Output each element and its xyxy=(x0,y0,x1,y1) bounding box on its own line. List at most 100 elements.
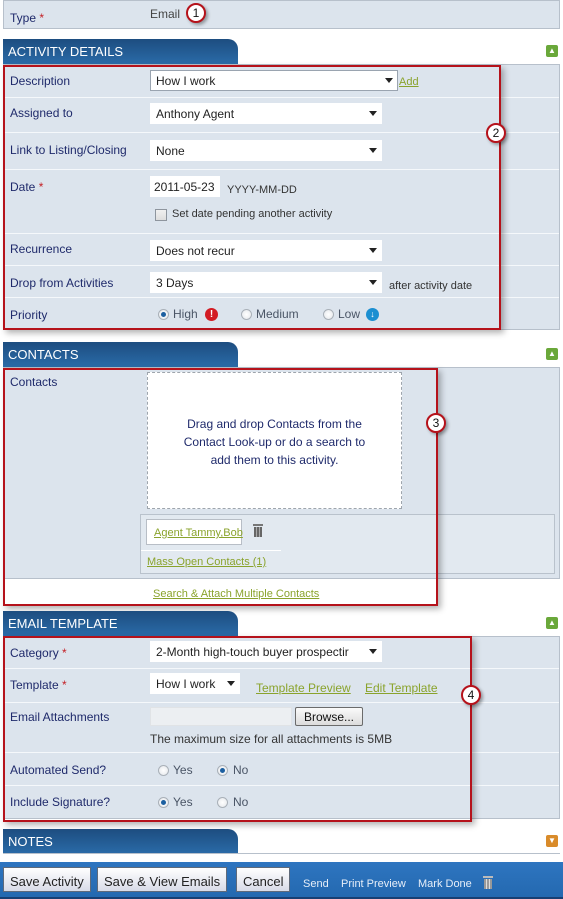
dropdown-arrow-icon xyxy=(369,148,377,153)
chevron-up-icon[interactable]: ▲ xyxy=(546,348,558,360)
include-signature-row: Include Signature? Yes No xyxy=(4,786,559,819)
browse-button[interactable]: Browse... xyxy=(295,707,364,726)
divider xyxy=(3,853,560,854)
drop-from-activities-select[interactable]: 3 Days xyxy=(150,272,382,293)
priority-high-label[interactable]: High xyxy=(173,307,198,321)
arrow-down-icon: ↓ xyxy=(366,308,379,321)
type-value: Email xyxy=(150,7,181,21)
dropdown-arrow-icon xyxy=(227,681,235,686)
send-link[interactable]: Send xyxy=(303,878,329,890)
include-signature-yes-radio[interactable] xyxy=(158,797,169,808)
mark-done-link[interactable]: Mark Done xyxy=(418,878,472,890)
edit-template-link[interactable]: Edit Template xyxy=(365,681,438,695)
dropdown-arrow-icon xyxy=(369,649,377,654)
contact-chip: Agent Tammy,Bob xyxy=(146,519,243,545)
assigned-to-label: Assigned to xyxy=(10,106,73,120)
notes-header[interactable]: NOTES xyxy=(3,829,238,854)
contacts-header[interactable]: CONTACTS xyxy=(3,342,238,367)
callout-1: 1 xyxy=(186,3,206,23)
assigned-to-select[interactable]: Anthony Agent xyxy=(150,103,382,124)
description-select[interactable]: How I work xyxy=(150,70,398,91)
pending-checkbox-label[interactable]: Set date pending another activity xyxy=(172,208,332,220)
description-label: Description xyxy=(10,74,71,88)
automated-send-label: Automated Send? xyxy=(10,763,107,777)
drop-from-activities-label: Drop from Activities xyxy=(10,276,114,290)
save-view-emails-button[interactable]: Save & View Emails xyxy=(97,867,228,892)
priority-low-label[interactable]: Low xyxy=(338,307,360,321)
activity-details-header[interactable]: ACTIVITY DETAILS xyxy=(3,39,238,64)
include-signature-no-label[interactable]: No xyxy=(233,795,248,809)
category-select[interactable]: 2-Month high-touch buyer prospectir xyxy=(150,641,382,662)
link-to-listing-label: Link to Listing/Closing xyxy=(10,143,127,157)
assigned-to-row: Assigned to Anthony Agent xyxy=(4,98,559,133)
save-activity-button[interactable]: Save Activity xyxy=(3,867,91,892)
dropdown-arrow-icon xyxy=(369,280,377,285)
include-signature-no-radio[interactable] xyxy=(217,797,228,808)
priority-row: Priority High ! Medium Low ↓ xyxy=(4,298,559,330)
priority-low-radio[interactable] xyxy=(323,309,334,320)
contacts-label: Contacts xyxy=(10,375,58,389)
priority-high-radio[interactable] xyxy=(158,309,169,320)
callout-2: 2 xyxy=(486,123,506,143)
attachment-file-input[interactable] xyxy=(150,707,292,726)
dropdown-arrow-icon xyxy=(369,111,377,116)
include-signature-yes-label[interactable]: Yes xyxy=(173,795,193,809)
search-attach-contacts-link[interactable]: Search & Attach Multiple Contacts xyxy=(153,588,319,600)
callout-4: 4 xyxy=(461,685,481,705)
template-select[interactable]: How I work xyxy=(150,673,240,694)
dropdown-arrow-icon xyxy=(369,248,377,253)
date-row: Date * 2011-05-23 YYYY-MM-DD Set date pe… xyxy=(4,170,559,234)
drop-from-activities-row: Drop from Activities 3 Days after activi… xyxy=(4,266,559,298)
contact-link[interactable]: Agent Tammy,Bob xyxy=(154,527,243,539)
chevron-up-icon[interactable]: ▲ xyxy=(546,45,558,57)
dropdown-arrow-icon xyxy=(385,78,393,83)
cancel-button[interactable]: Cancel xyxy=(236,867,291,892)
attachments-row: Email Attachments Browse... The maximum … xyxy=(4,703,559,753)
description-row: Description How I work Add xyxy=(4,65,559,98)
dropzone-text: Contact Look-up or do a search to xyxy=(183,435,366,449)
chevron-up-icon[interactable]: ▲ xyxy=(546,617,558,629)
drop-suffix: after activity date xyxy=(389,280,473,292)
print-preview-link[interactable]: Print Preview xyxy=(341,878,406,890)
type-row: Type * Email xyxy=(3,0,560,29)
date-input[interactable]: 2011-05-23 xyxy=(150,176,220,197)
activity-details-panel: Description How I work Add Assigned to A… xyxy=(3,64,560,330)
exclamation-icon: ! xyxy=(205,308,218,321)
trash-icon[interactable] xyxy=(483,876,493,889)
contacts-dropzone[interactable]: Drag and drop Contacts from the Contact … xyxy=(147,372,402,509)
priority-label: Priority xyxy=(10,308,48,322)
action-bar: Save Activity Save & View Emails Cancel … xyxy=(0,862,563,899)
attachment-size-note: The maximum size for all attachments is … xyxy=(150,732,393,746)
automated-send-yes-label[interactable]: Yes xyxy=(173,763,193,777)
pending-checkbox[interactable] xyxy=(155,209,167,221)
template-preview-link[interactable]: Template Preview xyxy=(256,681,351,695)
template-label: Template * xyxy=(10,678,67,692)
recurrence-select[interactable]: Does not recur xyxy=(150,240,382,261)
category-label: Category * xyxy=(10,646,67,660)
dropzone-text: Drag and drop Contacts from the xyxy=(187,417,362,431)
automated-send-no-radio[interactable] xyxy=(217,765,228,776)
attached-contacts-box: Agent Tammy,Bob Mass Open Contacts (1) xyxy=(140,514,555,574)
link-to-listing-select[interactable]: None xyxy=(150,140,382,161)
recurrence-row: Recurrence Does not recur xyxy=(4,234,559,266)
email-template-header[interactable]: EMAIL TEMPLATE xyxy=(3,611,238,636)
automated-send-yes-radio[interactable] xyxy=(158,765,169,776)
recurrence-label: Recurrence xyxy=(10,242,73,256)
type-label: Type * xyxy=(10,11,45,25)
chevron-down-icon[interactable]: ▼ xyxy=(546,835,558,847)
divider xyxy=(141,550,281,551)
mass-open-contacts-link[interactable]: Mass Open Contacts (1) xyxy=(147,556,266,568)
priority-medium-radio[interactable] xyxy=(241,309,252,320)
date-format-hint: YYYY-MM-DD xyxy=(227,184,297,196)
automated-send-no-label[interactable]: No xyxy=(233,763,248,777)
attachments-label: Email Attachments xyxy=(10,710,110,724)
callout-3: 3 xyxy=(426,413,446,433)
link-to-listing-row: Link to Listing/Closing None xyxy=(4,133,559,170)
include-signature-label: Include Signature? xyxy=(10,795,111,809)
trash-icon[interactable] xyxy=(253,524,263,537)
dropzone-text: add them to this activity. xyxy=(210,453,339,467)
category-row: Category * 2-Month high-touch buyer pros… xyxy=(4,637,559,669)
email-template-panel: Category * 2-Month high-touch buyer pros… xyxy=(3,636,560,819)
priority-medium-label[interactable]: Medium xyxy=(256,307,299,321)
add-description-link[interactable]: Add xyxy=(399,76,419,88)
